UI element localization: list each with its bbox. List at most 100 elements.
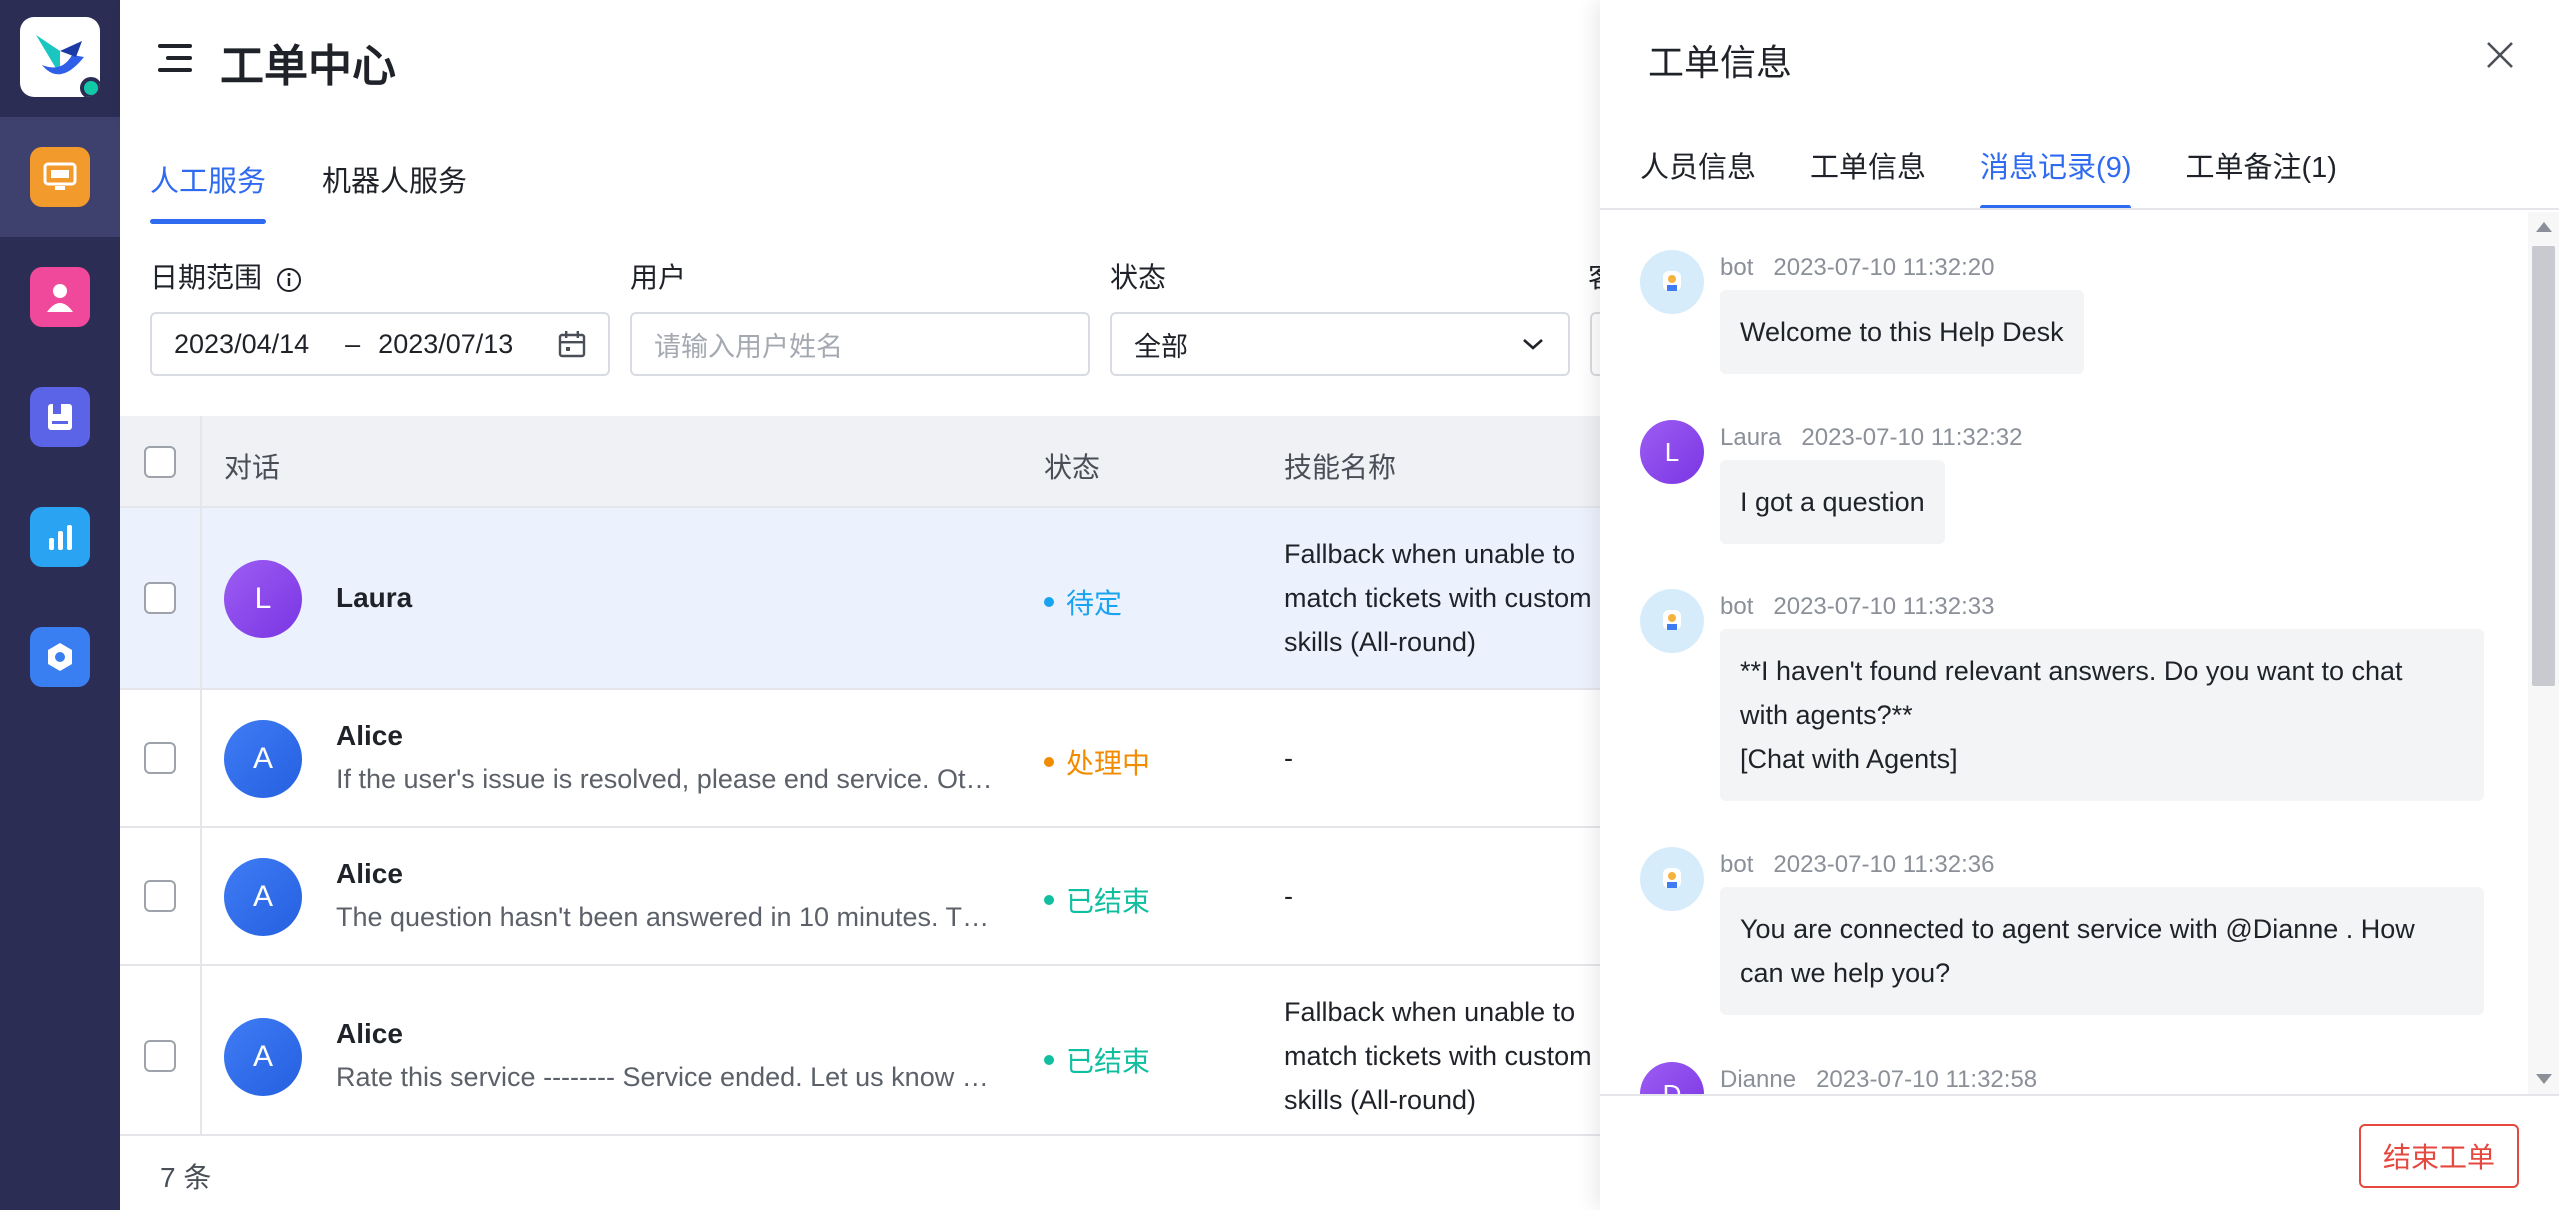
avatar: D bbox=[1640, 1062, 1704, 1094]
status-badge: 已结束 bbox=[1044, 1040, 1150, 1080]
total-count: 7 条 bbox=[160, 1162, 212, 1193]
book-icon bbox=[48, 404, 72, 430]
message-line: I got a question bbox=[1740, 487, 1925, 517]
date-start[interactable]: 2023/04/14 bbox=[174, 329, 309, 360]
message-sender: bot bbox=[1720, 851, 1754, 878]
message-bubble: Welcome to this Help Desk bbox=[1720, 290, 2084, 374]
menu-icon[interactable] bbox=[158, 42, 194, 74]
header-skill: 技能名称 bbox=[1284, 452, 1397, 483]
tab-person-info[interactable]: 人员信息 bbox=[1640, 144, 1756, 210]
row-last-message: The question hasn't been answered in 10 … bbox=[336, 902, 996, 932]
message-time: 2023-07-10 11:32:33 bbox=[1773, 593, 1995, 620]
message-bubble: I got a question bbox=[1720, 460, 1945, 544]
calendar-icon bbox=[558, 331, 586, 358]
status-dot bbox=[1044, 597, 1054, 607]
avatar: A bbox=[224, 720, 302, 798]
tab-message-records[interactable]: 消息记录(9) bbox=[1980, 144, 2132, 210]
avatar: L bbox=[224, 560, 302, 638]
app-logo[interactable] bbox=[20, 17, 100, 97]
column-divider bbox=[200, 966, 202, 1134]
table-footer-divider bbox=[120, 1134, 1600, 1136]
row-checkbox[interactable] bbox=[144, 742, 176, 774]
scroll-down-icon[interactable] bbox=[2536, 1074, 2552, 1084]
table-header: 对话 状态 技能名称 bbox=[120, 416, 1600, 508]
status-text: 已结束 bbox=[1066, 1046, 1151, 1077]
skill-name: - bbox=[1284, 881, 1293, 911]
bot-icon bbox=[1663, 868, 1681, 888]
tab-human-service[interactable]: 人工服务 bbox=[150, 158, 267, 224]
drawer-footer-divider bbox=[1600, 1094, 2559, 1096]
skill-name: Fallback when unable to match tickets wi… bbox=[1284, 539, 1592, 657]
bot-icon bbox=[1663, 271, 1681, 291]
drawer-tabs: 人员信息 工单信息 消息记录(9) 工单备注(1) bbox=[1640, 144, 2391, 210]
scroll-thumb[interactable] bbox=[2532, 246, 2555, 686]
scroll-up-icon[interactable] bbox=[2536, 222, 2552, 232]
status-select[interactable]: 全部 bbox=[1110, 312, 1570, 376]
table-row[interactable]: A Alice If the user's issue is resolved,… bbox=[120, 690, 1600, 828]
ticket-table: 对话 状态 技能名称 L Laura 待定 Fallback when unab… bbox=[120, 416, 1600, 1134]
user-search-input[interactable]: 请输入用户姓名 bbox=[630, 312, 1090, 376]
close-icon[interactable] bbox=[2485, 40, 2515, 70]
end-ticket-button[interactable]: 结束工单 bbox=[2358, 1124, 2519, 1188]
bot-avatar bbox=[1640, 847, 1704, 911]
select-all-checkbox[interactable] bbox=[144, 446, 176, 478]
row-user-name: Laura bbox=[336, 582, 413, 613]
column-divider bbox=[200, 690, 202, 826]
status-filter-label: 状态 bbox=[1110, 262, 1167, 293]
table-row[interactable]: L Laura 待定 Fallback when unable to match… bbox=[120, 508, 1600, 690]
row-checkbox[interactable] bbox=[144, 582, 176, 614]
message-line: with agents?** bbox=[1740, 700, 1913, 730]
avatar: A bbox=[224, 1018, 302, 1096]
message-meta: Laura 2023-07-10 11:32:32 bbox=[1720, 424, 2022, 452]
nav-inbox-button[interactable] bbox=[30, 147, 90, 207]
table-row[interactable]: A Alice The question hasn't been answere… bbox=[120, 828, 1600, 966]
inbox-icon bbox=[43, 162, 77, 190]
nav-stats-button[interactable] bbox=[30, 507, 90, 567]
date-range-picker[interactable]: 2023/04/14 – 2023/07/13 bbox=[150, 312, 610, 376]
extra-filter-label: 客 bbox=[1588, 256, 1600, 296]
nav-knowledge-button[interactable] bbox=[30, 387, 90, 447]
status-select-value: 全部 bbox=[1134, 331, 1188, 362]
tab-bot-service[interactable]: 机器人服务 bbox=[322, 158, 467, 224]
row-last-message: If the user's issue is resolved, please … bbox=[336, 764, 996, 794]
ticket-main-panel: 人工服务 机器人服务 日期范围 用户 状态 客 2023/04/14 – 202… bbox=[120, 118, 1636, 1210]
message-line: Welcome to this Help Desk bbox=[1740, 317, 2064, 347]
tab-ticket-notes[interactable]: 工单备注(1) bbox=[2185, 144, 2336, 210]
message-bubble: You are connected to agent service with … bbox=[1720, 887, 2484, 1015]
date-separator: – bbox=[345, 328, 361, 359]
row-checkbox[interactable] bbox=[144, 1040, 176, 1072]
message-line: can we help you? bbox=[1740, 958, 1951, 988]
status-dot bbox=[1044, 895, 1054, 905]
row-checkbox[interactable] bbox=[144, 880, 176, 912]
avatar: A bbox=[224, 858, 302, 936]
message-sender: bot bbox=[1720, 593, 1754, 620]
drawer-tabs-divider bbox=[1600, 208, 2559, 210]
status-text: 已结束 bbox=[1066, 886, 1151, 917]
chevron-down-icon bbox=[1523, 339, 1543, 350]
skill-name: Fallback when unable to match tickets wi… bbox=[1284, 997, 1592, 1115]
message-meta: Dianne 2023-07-10 11:32:58 bbox=[1720, 1066, 2037, 1094]
nav-users-button[interactable] bbox=[30, 267, 90, 327]
message-time: 2023-07-10 11:32:36 bbox=[1773, 851, 1995, 878]
message-time: 2023-07-10 11:32:32 bbox=[1801, 424, 2023, 451]
info-icon[interactable] bbox=[276, 267, 302, 293]
message-line: **I haven't found relevant answers. Do y… bbox=[1740, 656, 2403, 686]
ticket-detail-drawer: 工单信息 人员信息 工单信息 消息记录(9) 工单备注(1) bot 2023-0… bbox=[1600, 0, 2559, 1210]
gear-icon bbox=[48, 643, 72, 671]
nav-settings-button[interactable] bbox=[30, 627, 90, 687]
row-user-name: Alice bbox=[336, 858, 403, 889]
table-row[interactable]: A Alice Rate this service -------- Servi… bbox=[120, 966, 1600, 1134]
date-end[interactable]: 2023/07/13 bbox=[378, 329, 513, 360]
left-rail bbox=[0, 0, 120, 1210]
column-divider bbox=[200, 508, 202, 688]
bot-icon bbox=[1663, 610, 1681, 630]
message-meta: bot 2023-07-10 11:32:20 bbox=[1720, 254, 1994, 282]
date-range-label-text: 日期范围 bbox=[150, 262, 263, 293]
message-bubble: **I haven't found relevant answers. Do y… bbox=[1720, 629, 2484, 801]
tab-ticket-info[interactable]: 工单信息 bbox=[1810, 144, 1926, 210]
bot-avatar bbox=[1640, 589, 1704, 653]
row-user-name: Alice bbox=[336, 1018, 403, 1049]
message-list[interactable]: bot 2023-07-10 11:32:20 Welcome to this H… bbox=[1600, 212, 2528, 1094]
message-sender: Laura bbox=[1720, 424, 1782, 451]
message-scrollbar[interactable] bbox=[2528, 212, 2559, 1094]
